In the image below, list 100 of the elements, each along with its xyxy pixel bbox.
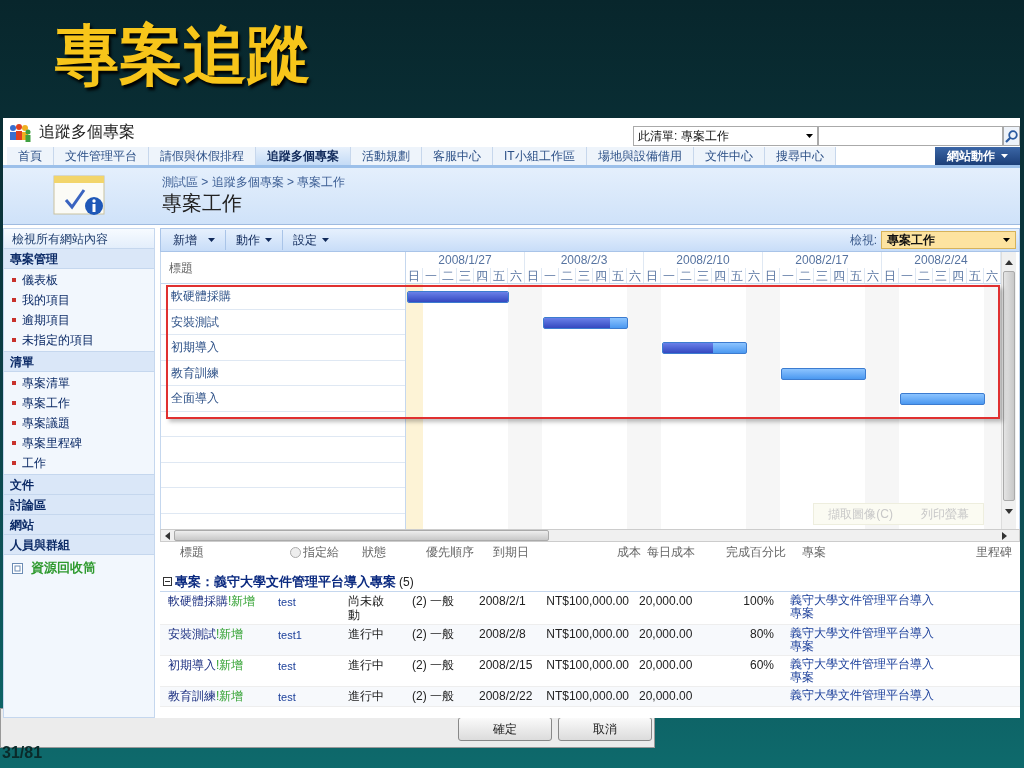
project-link[interactable]: 義守大學文件管理平台導入專案 xyxy=(790,658,940,684)
day-label: 日 xyxy=(646,269,658,283)
project-link[interactable]: 義守大學文件管理平台導入專案 xyxy=(790,627,940,653)
day-label: 三 xyxy=(816,269,828,283)
nav-link[interactable]: 專案清單 xyxy=(22,374,70,392)
nav-tab[interactable]: 文件管理平台 xyxy=(54,147,149,165)
vertical-scrollbar[interactable] xyxy=(1001,252,1016,529)
day-label: 四 xyxy=(476,269,488,283)
item-title-link[interactable]: 軟硬體採購 xyxy=(168,594,228,608)
nav-tab[interactable]: IT小組工作區 xyxy=(493,147,587,165)
table-cell-text: (2) 一般 xyxy=(412,689,455,703)
nav-tab[interactable]: 場地與設備借用 xyxy=(586,147,694,165)
nav-link[interactable]: 儀表板 xyxy=(22,271,58,289)
scroll-left-icon xyxy=(165,531,170,540)
table-cell-text: 尚未啟動 xyxy=(348,594,385,622)
nav-link[interactable]: 專案里程碑 xyxy=(22,434,82,452)
nav-tab[interactable]: 客服中心 xyxy=(422,147,493,165)
day-label: 四 xyxy=(714,269,726,283)
nav-heading[interactable]: 文件 xyxy=(4,475,154,495)
nav-link[interactable]: 專案工作 xyxy=(22,394,70,412)
toolbar-menu[interactable]: 動作 xyxy=(225,230,278,250)
nav-tab[interactable]: 活動規劃 xyxy=(351,147,422,165)
caret-icon xyxy=(322,238,329,242)
search-field[interactable] xyxy=(818,126,1003,146)
item-title-link[interactable]: 初期導入 xyxy=(168,658,216,672)
column-header: 優先順序 xyxy=(426,545,474,559)
bullet-icon xyxy=(12,318,16,322)
bullet-icon xyxy=(12,278,16,282)
day-label: 六 xyxy=(748,269,760,283)
nav-link[interactable]: 我的項目 xyxy=(22,291,70,309)
nav-tab[interactable]: 首頁 xyxy=(7,147,54,165)
caret-icon xyxy=(1003,238,1010,242)
item-title-link[interactable]: 教育訓練 xyxy=(168,689,216,703)
column-header: 成本 xyxy=(617,544,641,561)
day-label: 二 xyxy=(680,269,692,283)
nav-link[interactable]: 未指定的項目 xyxy=(22,331,94,349)
project-link[interactable]: 義守大學文件管理平台導入專案 xyxy=(790,594,940,620)
nav-tab[interactable]: 追蹤多個專案 xyxy=(256,147,351,165)
dialog-button[interactable]: 取消 xyxy=(558,717,652,741)
table-cell-text: 2008/2/15 xyxy=(479,658,534,672)
column-header: 專案 xyxy=(802,544,826,561)
toolbar-menu[interactable]: 新增 xyxy=(167,230,221,250)
task-title[interactable]: 初期導入 xyxy=(171,338,219,357)
item-title-link[interactable]: 安裝測試 xyxy=(168,627,216,641)
task-title[interactable]: 軟硬體採購 xyxy=(171,287,231,306)
task-title[interactable]: 全面導入 xyxy=(171,389,219,408)
day-label: 二 xyxy=(442,269,454,283)
day-label: 一 xyxy=(901,269,913,283)
project-link[interactable]: 義守大學文件管理平台導入 xyxy=(790,689,940,702)
recycle-bin-icon xyxy=(12,562,23,574)
table-cell-text: (2) 一般 xyxy=(412,627,455,641)
new-label: !新增 xyxy=(216,627,244,641)
day-label: 六 xyxy=(986,269,998,283)
task-title[interactable]: 安裝測試 xyxy=(171,312,219,331)
assigned-link[interactable]: test xyxy=(278,658,348,673)
task-title[interactable]: 教育訓練 xyxy=(171,363,219,382)
nav-tab[interactable]: 搜尋中心 xyxy=(764,147,836,165)
nav-heading[interactable]: 人員與群組 xyxy=(4,535,154,555)
day-label: 五 xyxy=(969,269,981,283)
table-cell-text: NT$100,000.00 xyxy=(545,594,630,608)
day-label: 三 xyxy=(578,269,590,283)
nav-link[interactable]: 工作 xyxy=(22,454,46,472)
caret-icon xyxy=(265,238,272,242)
nav-heading[interactable]: 專案管理 xyxy=(4,249,154,269)
nav-tab[interactable]: 請假與休假排程 xyxy=(149,147,256,165)
site-actions-button[interactable]: 網站動作 xyxy=(935,147,1020,165)
nav-heading[interactable]: 網站 xyxy=(4,515,154,535)
horizontal-scrollbar[interactable] xyxy=(160,529,1020,542)
day-label: 六 xyxy=(510,269,522,283)
new-label: !新增 xyxy=(216,689,244,703)
table-cell-text: NT$100,000.00 xyxy=(545,689,630,703)
nav-heading[interactable]: 討論區 xyxy=(4,495,154,515)
nav-heading[interactable]: 清單 xyxy=(4,352,154,372)
search-scope-dropdown[interactable]: 此清單: 專案工作 xyxy=(633,126,818,146)
day-label: 五 xyxy=(850,269,862,283)
column-header: 每日成本 xyxy=(647,545,695,559)
week-label: 2008/2/10 xyxy=(676,253,730,267)
assigned-link[interactable]: test xyxy=(278,689,348,704)
nav-tab[interactable]: 文件中心 xyxy=(693,147,765,165)
view-all-link[interactable]: 檢視所有網站內容 xyxy=(4,229,154,249)
dialog-button[interactable]: 確定 xyxy=(458,717,552,741)
week-label: 2008/1/27 xyxy=(438,253,492,267)
nav-link[interactable]: 專案議題 xyxy=(22,414,70,432)
day-label: 二 xyxy=(799,269,811,283)
assigned-link[interactable]: test xyxy=(278,594,348,609)
group-heading: 專案：義守大學文件管理平台導入專案 xyxy=(175,572,396,591)
column-header: 指定給 xyxy=(303,544,339,561)
view-dropdown[interactable]: 專案工作 xyxy=(881,231,1016,249)
assigned-link[interactable]: test1 xyxy=(278,627,348,642)
nav-link[interactable]: 逾期項目 xyxy=(22,311,70,329)
day-label: 六 xyxy=(629,269,641,283)
search-button[interactable] xyxy=(1003,126,1020,146)
day-label: 三 xyxy=(935,269,947,283)
column-header: 標題 xyxy=(180,545,204,559)
table-cell-text: 進行中 xyxy=(348,658,385,672)
day-label: 日 xyxy=(884,269,896,283)
table-cell-text: 進行中 xyxy=(348,689,385,703)
collapse-icon xyxy=(163,577,172,586)
toolbar-menu[interactable]: 設定 xyxy=(282,230,335,250)
scroll-down-icon xyxy=(1005,509,1013,514)
